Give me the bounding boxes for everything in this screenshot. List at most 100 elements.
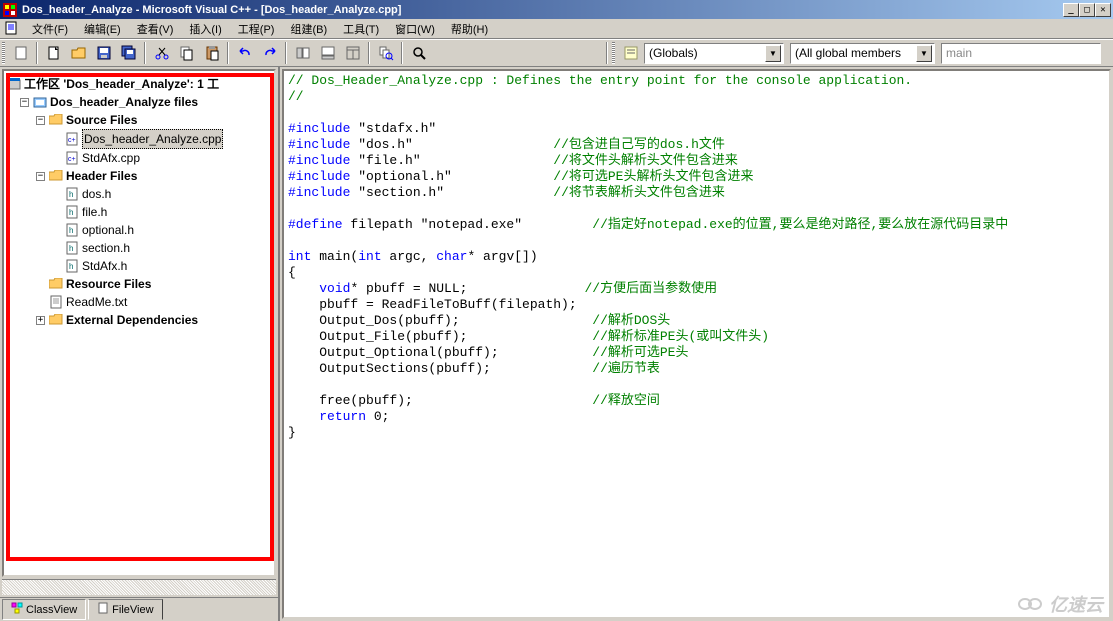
find-in-files-button[interactable] [374, 42, 397, 64]
close-button[interactable]: ✕ [1095, 3, 1111, 17]
copy-button[interactable] [175, 42, 198, 64]
svg-text:h: h [69, 190, 73, 199]
tree-file-item[interactable]: c+ Dos_header_Analyze.cpp [6, 129, 272, 149]
code-comment: //解析标准PE头(或叫文件头) [592, 329, 769, 344]
find-button[interactable] [407, 42, 430, 64]
cut-button[interactable] [150, 42, 173, 64]
menu-help[interactable]: 帮助(H) [443, 19, 496, 39]
windows-button[interactable] [341, 42, 364, 64]
paste-button[interactable] [200, 42, 223, 64]
code-text: "stdafx.h" [350, 121, 436, 136]
code-text: "file.h" [350, 153, 420, 168]
watermark-text: 亿速云 [1049, 591, 1103, 617]
menu-edit[interactable]: 编辑(E) [76, 19, 129, 39]
menu-project[interactable]: 工程(P) [230, 19, 283, 39]
collapse-icon[interactable]: − [36, 116, 45, 125]
code-text: "optional.h" [350, 169, 451, 184]
collapse-icon[interactable]: − [36, 172, 45, 181]
menu-view[interactable]: 查看(V) [129, 19, 182, 39]
code-preprocessor: #include [288, 121, 350, 136]
members-combo-text: (All global members [795, 46, 916, 60]
code-keyword: return [319, 409, 366, 424]
tree-file-item[interactable]: h optional.h [6, 221, 272, 239]
minimize-button[interactable]: _ [1063, 3, 1079, 17]
tree-horizontal-scrollbar[interactable] [2, 579, 276, 595]
window-title: Dos_header_Analyze - Microsoft Visual C+… [22, 4, 1063, 16]
svg-text:h: h [69, 226, 73, 235]
code-comment: //解析DOS头 [592, 313, 670, 328]
h-file-icon: h [64, 259, 80, 273]
workspace-button[interactable] [291, 42, 314, 64]
menu-insert[interactable]: 插入(I) [181, 19, 229, 39]
code-text: argc, [382, 249, 437, 264]
tab-label: FileView [112, 604, 153, 616]
code-text: { [288, 265, 296, 280]
members-combo[interactable]: (All global members ▼ [790, 43, 935, 64]
code-comment: //释放空间 [592, 393, 660, 408]
expand-icon[interactable]: + [36, 316, 45, 325]
toolbar-grip-2[interactable] [612, 42, 615, 64]
tree-file-item[interactable]: h dos.h [6, 185, 272, 203]
tree-label: file.h [82, 203, 107, 221]
menu-tools[interactable]: 工具(T) [335, 19, 387, 39]
svg-text:h: h [69, 208, 73, 217]
dropdown-icon: ▼ [765, 45, 781, 62]
title-bar: Dos_header_Analyze - Microsoft Visual C+… [0, 0, 1113, 19]
tab-fileview[interactable]: FileView [88, 599, 162, 620]
tab-label: ClassView [26, 604, 77, 616]
code-text: * pbuff = NULL; [350, 281, 467, 296]
tree-file-item[interactable]: h section.h [6, 239, 272, 257]
tree-label: Dos_header_Analyze files [50, 93, 198, 111]
new-text-button[interactable] [9, 42, 32, 64]
open-button[interactable] [67, 42, 90, 64]
collapse-icon[interactable]: − [20, 98, 29, 107]
save-all-button[interactable] [117, 42, 140, 64]
folder-icon [48, 113, 64, 127]
redo-button[interactable] [258, 42, 281, 64]
h-file-icon: h [64, 187, 80, 201]
project-icon [32, 95, 48, 109]
context-button[interactable] [619, 42, 642, 64]
code-editor[interactable]: // Dos_Header_Analyze.cpp : Defines the … [282, 69, 1111, 619]
menu-bar: 文件(F) 编辑(E) 查看(V) 插入(I) 工程(P) 组建(B) 工具(T… [0, 19, 1113, 39]
tab-classview[interactable]: ClassView [2, 599, 86, 620]
menu-build[interactable]: 组建(B) [282, 19, 335, 39]
folder-icon [48, 313, 64, 327]
tree-source-folder[interactable]: − Source Files [6, 111, 272, 129]
tree-header-folder[interactable]: − Header Files [6, 167, 272, 185]
svg-text:h: h [69, 244, 73, 253]
tree-file-item[interactable]: c+ StdAfx.cpp [6, 149, 272, 167]
output-button[interactable] [316, 42, 339, 64]
code-keyword: char [436, 249, 467, 264]
file-tree[interactable]: 工作区 'Dos_header_Analyze': 1 工 − Dos_head… [2, 69, 276, 577]
maximize-button[interactable]: □ [1079, 3, 1095, 17]
toolbar-grip[interactable] [2, 42, 5, 64]
svg-text:c+: c+ [68, 137, 76, 144]
code-preprocessor: #define [288, 217, 343, 232]
undo-button[interactable] [233, 42, 256, 64]
app-icon [2, 2, 18, 18]
scope-combo[interactable]: (Globals) ▼ [644, 43, 784, 64]
tree-label: section.h [82, 239, 130, 257]
new-button[interactable] [42, 42, 65, 64]
tree-label: optional.h [82, 221, 134, 239]
h-file-icon: h [64, 241, 80, 255]
svg-text:c+: c+ [68, 156, 76, 163]
tree-resource-folder[interactable]: Resource Files [6, 275, 272, 293]
tree-file-item[interactable]: ReadMe.txt [6, 293, 272, 311]
tree-label: ReadMe.txt [66, 293, 127, 311]
tree-external-folder[interactable]: + External Dependencies [6, 311, 272, 329]
folder-icon [48, 277, 64, 291]
function-combo[interactable]: main [941, 43, 1101, 64]
tree-label: dos.h [82, 185, 111, 203]
tree-workspace[interactable]: 工作区 'Dos_header_Analyze': 1 工 [6, 75, 272, 93]
tree-file-item[interactable]: hStdAfx.h [6, 257, 272, 275]
tree-label: Source Files [66, 111, 137, 129]
tree-project[interactable]: − Dos_header_Analyze files [6, 93, 272, 111]
menu-file[interactable]: 文件(F) [24, 19, 76, 39]
save-button[interactable] [92, 42, 115, 64]
tree-file-item[interactable]: h file.h [6, 203, 272, 221]
code-text: } [288, 425, 296, 440]
menu-window[interactable]: 窗口(W) [387, 19, 443, 39]
code-comment: //包含进自己写的dos.h文件 [553, 137, 725, 152]
